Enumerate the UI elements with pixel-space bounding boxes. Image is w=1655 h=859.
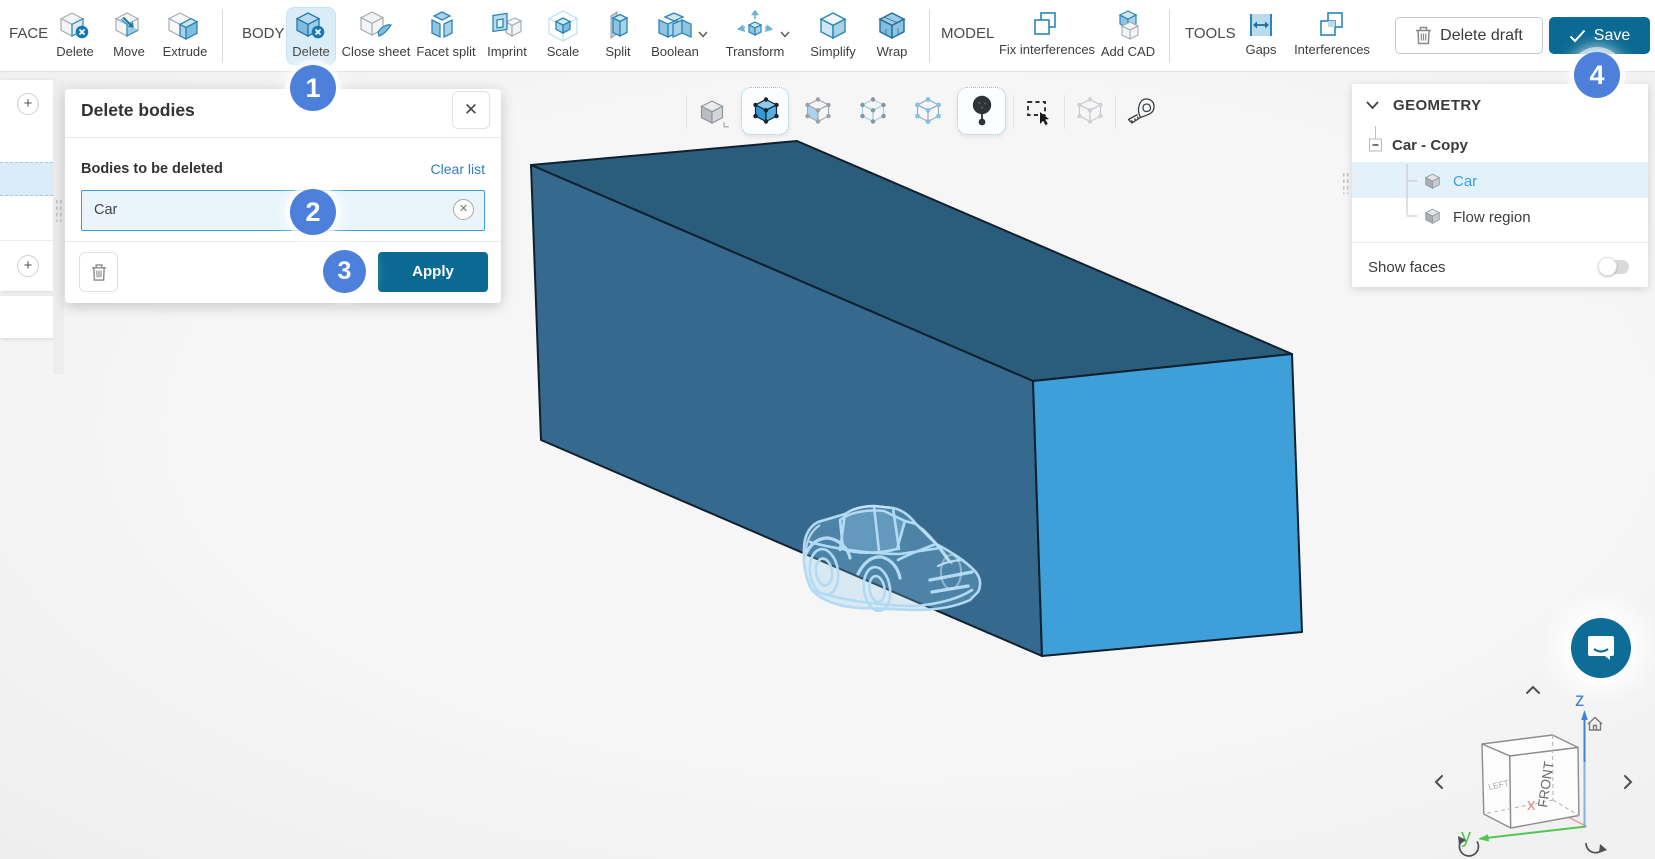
svg-text:y: y bbox=[1461, 826, 1471, 848]
svg-text:z: z bbox=[1575, 690, 1585, 711]
svg-text:x: x bbox=[1527, 795, 1536, 814]
